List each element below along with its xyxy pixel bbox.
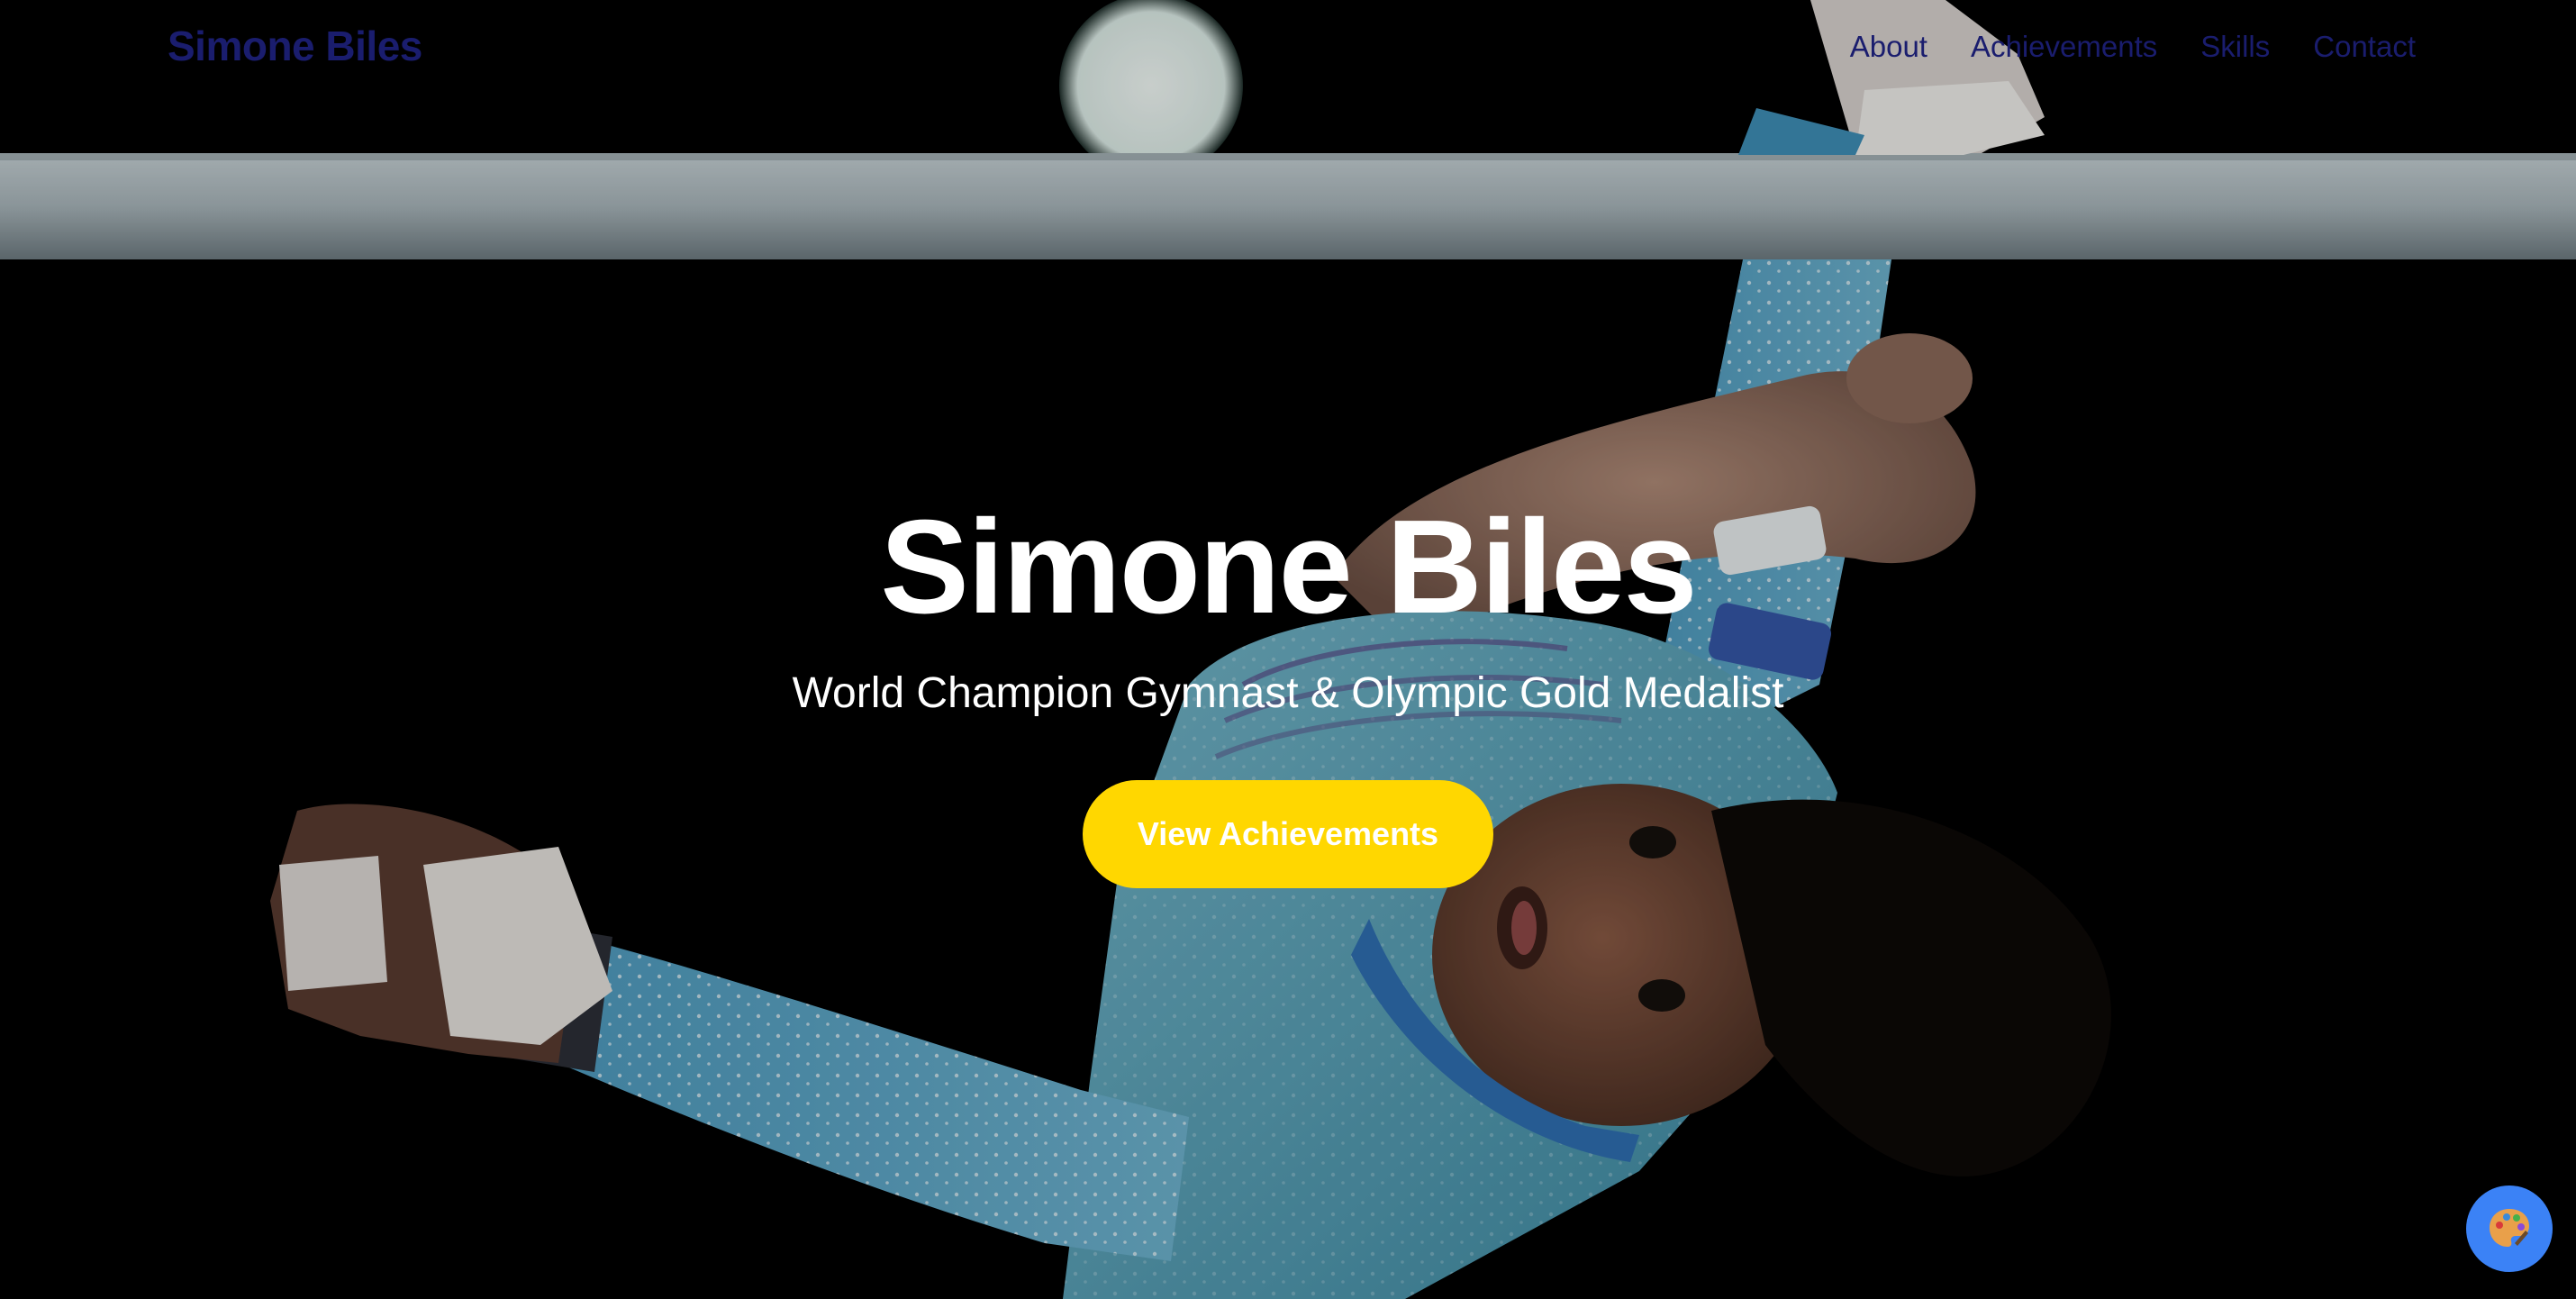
top-navigation: Simone Biles About Achievements Skills C…: [0, 0, 2576, 95]
nav-link-about[interactable]: About: [1850, 27, 1927, 67]
hero-title: Simone Biles: [880, 493, 1697, 641]
site-logo[interactable]: Simone Biles: [168, 22, 422, 70]
nav-link-contact[interactable]: Contact: [2313, 27, 2416, 67]
hero-content: Simone Biles World Champion Gymnast & Ol…: [0, 486, 2576, 888]
view-achievements-button[interactable]: View Achievements: [1083, 780, 1493, 888]
nav-link-skills[interactable]: Skills: [2200, 27, 2270, 67]
theme-palette-button[interactable]: [2466, 1185, 2553, 1272]
palette-icon: [2490, 1209, 2529, 1247]
hero-section: Simone Biles About Achievements Skills C…: [0, 0, 2576, 1299]
nav-links: About Achievements Skills Contact: [1850, 27, 2416, 67]
nav-link-achievements[interactable]: Achievements: [1971, 27, 2157, 67]
hero-subtitle: World Champion Gymnast & Olympic Gold Me…: [792, 669, 1784, 717]
